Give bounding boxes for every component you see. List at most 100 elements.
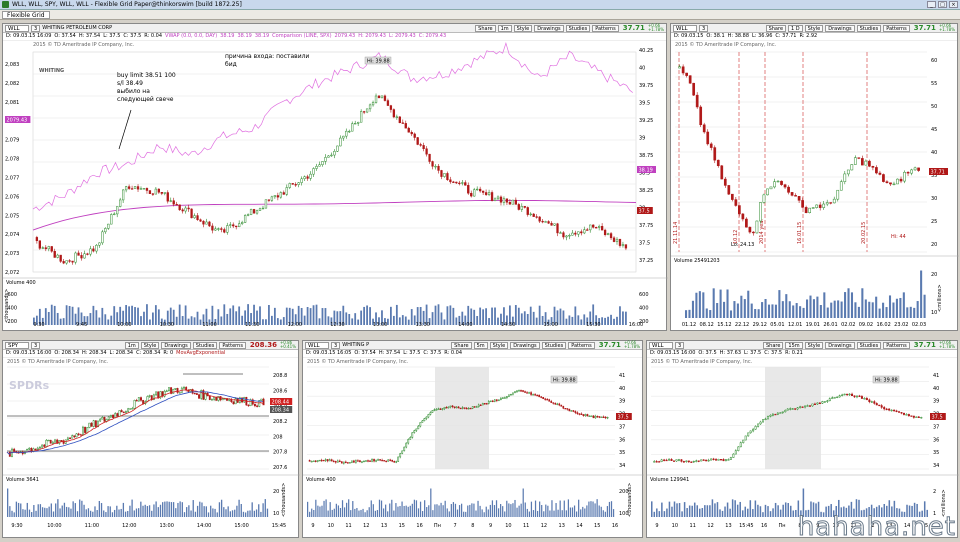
volume-bar (96, 510, 98, 517)
candle (395, 461, 398, 463)
candle (416, 137, 419, 145)
candle (493, 198, 497, 201)
right-axis-tick: 208 (273, 434, 283, 440)
chart-canvas[interactable]: Hi: 39.882,0832,0822,0812,0802,0792,0782… (3, 24, 668, 332)
volume-bar (532, 510, 535, 517)
candle (247, 404, 250, 407)
candle (574, 411, 577, 413)
right-axis-tick: 39.5 (639, 101, 650, 107)
price-tag-2: 208.34 (272, 408, 290, 414)
candle (261, 207, 265, 210)
candle (764, 418, 767, 421)
maximize-icon[interactable]: □ (938, 1, 947, 8)
candle (135, 400, 138, 402)
candle (379, 459, 381, 461)
volume-bar (465, 511, 467, 517)
volume-bar (148, 505, 151, 517)
volume-bar (446, 508, 448, 517)
volume-bar (116, 505, 118, 517)
candle (502, 397, 504, 399)
candle (327, 155, 330, 158)
close-icon[interactable]: × (949, 1, 958, 8)
candle (520, 390, 522, 392)
candle (127, 186, 131, 189)
chart-panel-spy: SPY 3 1m Style Drawings Studies Patterns… (2, 340, 300, 539)
right-axis-tick: 40 (933, 386, 939, 392)
chart-panel-daily: WLL 3 Share 1 D Style Drawings Studies P… (670, 23, 959, 332)
x-tick-label: 29.12 (753, 322, 767, 328)
volume-bar (89, 510, 92, 517)
candle (873, 401, 876, 404)
chart-canvas[interactable]: 208.8208.6208.4208.2208207.8207.6208.442… (3, 341, 300, 539)
candle (752, 428, 755, 432)
volume-bar (440, 312, 443, 325)
candle (552, 402, 555, 404)
x-tick-label: 14:00 (458, 322, 472, 328)
volume-bar (666, 508, 668, 517)
candle (890, 409, 893, 412)
volume-bar (840, 301, 843, 318)
volume-axis-tick: 2 (933, 489, 936, 495)
candle (690, 461, 693, 463)
volume-bar (53, 305, 56, 325)
candle (479, 188, 482, 192)
candle (700, 459, 703, 462)
candle (570, 410, 573, 412)
candle (673, 460, 676, 462)
volume-bar (358, 510, 360, 517)
candle (461, 407, 464, 409)
candle (528, 392, 530, 394)
volume-bar (120, 508, 122, 517)
volume-bar (251, 502, 253, 517)
volume-bar (140, 316, 142, 325)
volume-bar (101, 307, 104, 325)
volume-bar (307, 501, 309, 517)
candle (53, 250, 56, 258)
volume-bar (563, 500, 565, 517)
x-tick-label: 10:00 (47, 523, 61, 529)
chart-canvas[interactable]: Hi: 39.88414039383736353437.5Volume 4002… (303, 341, 644, 539)
chart-canvas[interactable]: 21.11.14 10.12 2014 year 16.01.15 20.02.15Lo… (671, 24, 959, 332)
volume-bar (238, 499, 240, 517)
candle (419, 422, 422, 427)
volume-bar (683, 502, 686, 517)
x-tick-label: Пн (434, 523, 441, 529)
chart-canvas[interactable]: Hi: 39.88414039383736353437.5Volume 1299… (647, 341, 959, 539)
volume-bar (181, 316, 184, 325)
volume-bar (483, 512, 485, 517)
volume-bar (729, 310, 733, 318)
candle (360, 111, 363, 123)
volume-bar (214, 508, 216, 517)
candle (80, 255, 83, 259)
candle (902, 412, 905, 415)
volume-bar (902, 292, 905, 318)
volume-bar (184, 305, 187, 325)
volume-bar (580, 509, 582, 517)
volume-bar (510, 504, 512, 517)
candle (455, 181, 458, 184)
volume-bar (526, 508, 528, 517)
volume-bar (398, 317, 401, 325)
volume-bar (151, 510, 153, 517)
candle (602, 416, 605, 418)
volume-bar (757, 504, 759, 517)
x-tick-label: 9 (311, 523, 314, 529)
volume-bar (854, 302, 857, 318)
right-axis-tick: 36 (933, 437, 939, 443)
candle (73, 435, 76, 438)
candle (893, 409, 896, 412)
x-tick-label: 10:30 (160, 322, 174, 328)
volume-bar (407, 319, 410, 325)
volume-bar (113, 509, 116, 517)
candle (843, 173, 847, 182)
minimize-icon[interactable]: _ (927, 1, 936, 8)
tab-flexible-grid[interactable]: Flexible Grid (2, 11, 50, 19)
candle (889, 182, 892, 185)
candle (375, 460, 377, 462)
candle (354, 122, 357, 125)
volume-bar (79, 499, 81, 517)
volume-bar (701, 508, 704, 517)
volume-bar (68, 306, 71, 325)
candle (899, 178, 903, 182)
volume-bar (201, 502, 203, 517)
